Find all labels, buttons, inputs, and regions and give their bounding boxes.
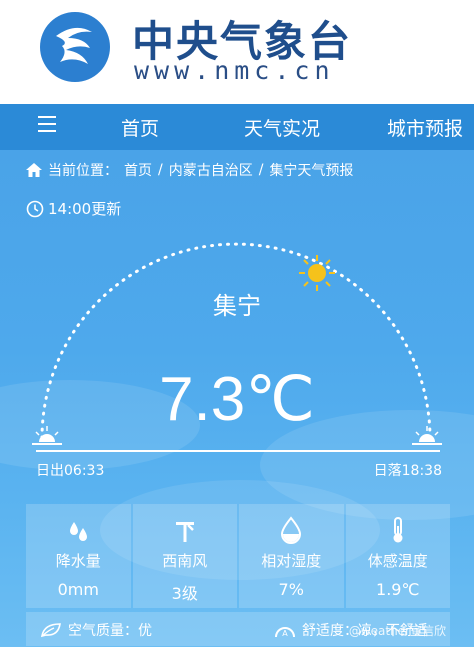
stat-feels-like: 体感温度 1.9℃ xyxy=(345,504,450,608)
raindrops-icon xyxy=(70,522,88,541)
stat-label: 相对湿度 xyxy=(261,552,322,570)
thermometer-icon xyxy=(393,517,403,543)
sunset-time: 日落18:38 xyxy=(373,463,442,479)
nav-item-city-forecast[interactable]: 城市预报 xyxy=(387,114,463,141)
stat-label: 西南风 xyxy=(162,552,208,570)
breadcrumb-prefix: 当前位置： xyxy=(48,163,118,179)
nav-item-home[interactable]: 首页 xyxy=(121,114,159,141)
wind-turbine-icon xyxy=(175,522,194,542)
watermark: @weather宣信欣 xyxy=(348,624,446,638)
nmc-logo-icon[interactable] xyxy=(38,10,112,84)
sunset-icon xyxy=(412,426,442,445)
horizon-line xyxy=(36,450,440,452)
stat-label: 体感温度 xyxy=(367,552,428,570)
air-quality-text: 空气质量：优 xyxy=(68,623,152,639)
stat-humidity: 相对湿度 7% xyxy=(239,504,344,608)
humidity-drop-icon xyxy=(281,516,302,544)
site-header: 中央气象台 www.nmc.cn xyxy=(0,0,474,104)
sunrise-time: 日出06:33 xyxy=(36,463,105,479)
update-time-text: 14:00更新 xyxy=(48,200,122,218)
stat-label: 降水量 xyxy=(55,552,101,570)
sunrise-icon xyxy=(32,426,62,445)
city-name: 集宁 xyxy=(213,292,261,320)
breadcrumb: 当前位置： 首页 / 内蒙古自治区 / 集宁天气预报 xyxy=(26,160,353,180)
breadcrumb-item-home[interactable]: 首页 xyxy=(124,160,152,180)
gauge-icon: A xyxy=(275,627,295,638)
hamburger-menu-icon[interactable] xyxy=(38,116,56,132)
breadcrumb-separator: / xyxy=(258,162,264,178)
main-nav: 首页 天气实况 城市预报 xyxy=(0,104,474,150)
stat-wind: 西南风 3级 xyxy=(132,504,237,608)
breadcrumb-item-current: 集宁天气预报 xyxy=(269,163,354,179)
weather-panel: 当前位置： 首页 / 内蒙古自治区 / 集宁天气预报 14:00更新 集宁 7.… xyxy=(0,150,474,647)
stat-value: 1.9℃ xyxy=(376,580,420,599)
weather-stats: 降水量 0mm 西南风 3级 相对湿度 7% 体感温度 1.9℃ xyxy=(26,504,450,608)
home-icon xyxy=(26,163,42,177)
stat-precipitation: 降水量 0mm xyxy=(26,504,131,608)
current-temperature: 7.3℃ xyxy=(159,365,315,434)
nav-item-live-weather[interactable]: 天气实况 xyxy=(244,114,320,141)
clock-icon xyxy=(26,200,44,217)
stat-value: 0mm xyxy=(57,580,99,599)
stat-value: 7% xyxy=(278,580,304,599)
bottom-info-bar: 空气质量：优 A 舒适度：凉，不舒适 @weather宣信欣 xyxy=(26,612,450,646)
breadcrumb-separator: / xyxy=(158,162,163,178)
breadcrumb-item-region[interactable]: 内蒙古自治区 xyxy=(169,160,253,180)
brand-url[interactable]: www.nmc.cn xyxy=(134,56,335,85)
stat-value: 3级 xyxy=(171,584,198,603)
update-time: 14:00更新 xyxy=(26,198,121,219)
svg-text:A: A xyxy=(282,629,288,638)
leaf-icon xyxy=(41,623,61,638)
air-quality: 空气质量：优 xyxy=(40,620,152,640)
